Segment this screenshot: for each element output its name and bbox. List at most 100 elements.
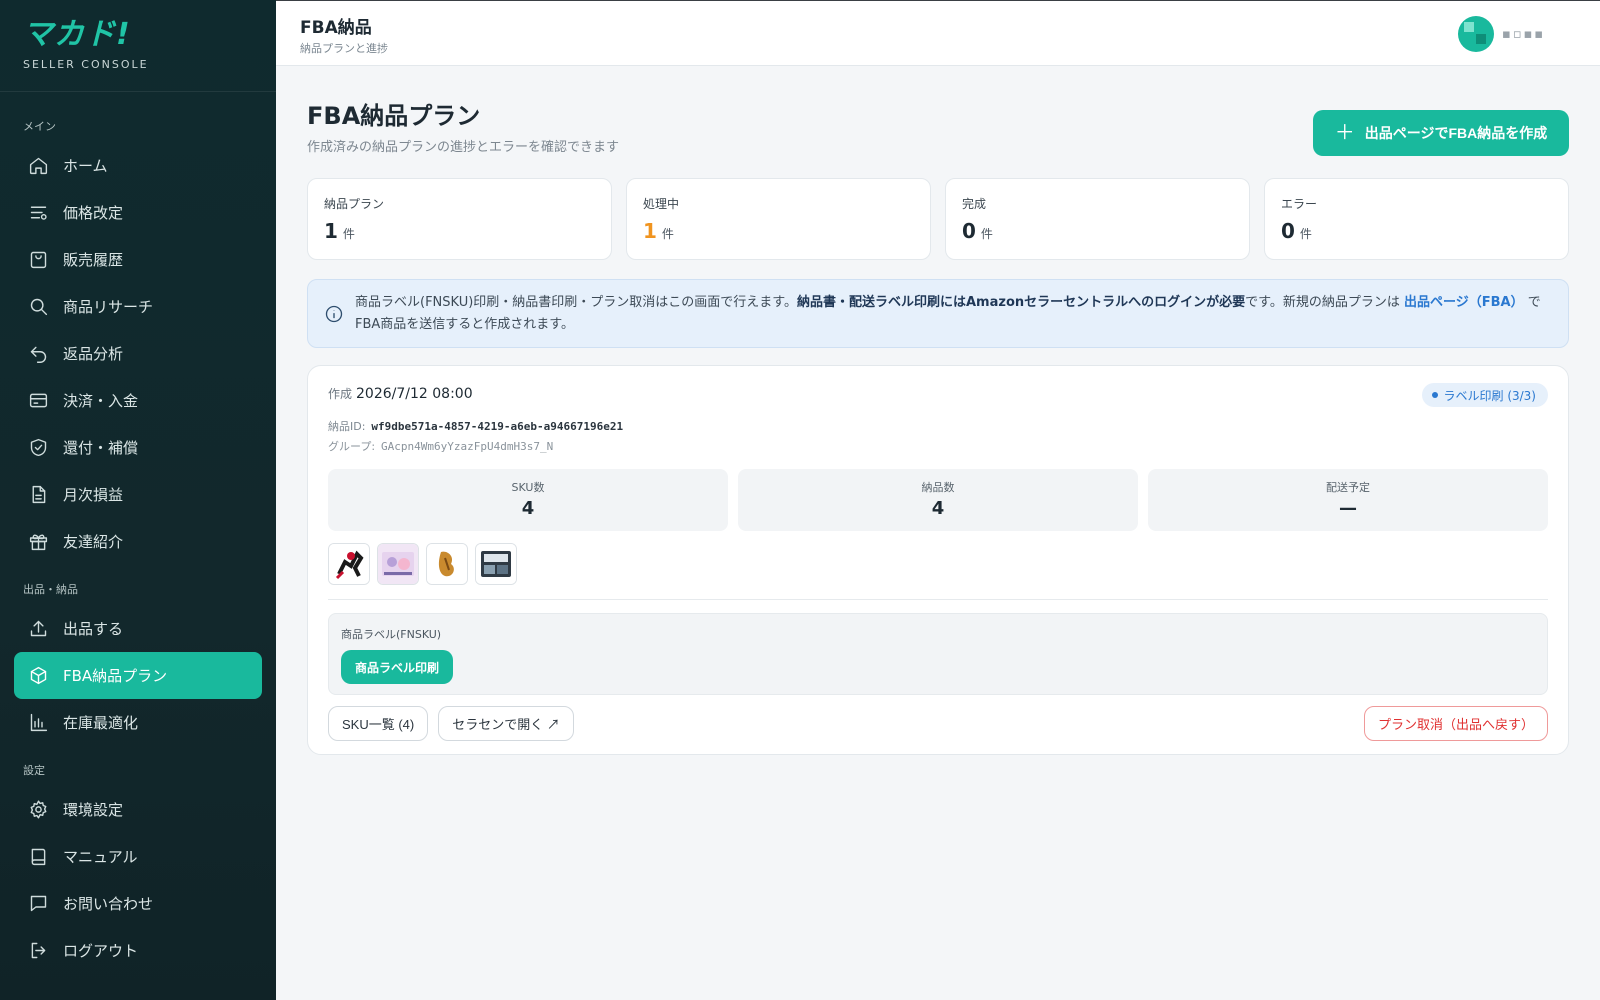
stat-unit: 件 — [661, 227, 674, 241]
stats-row: 納品プラン 1件 処理中 1件 完成 0件 エラー 0件 — [307, 178, 1569, 260]
logo[interactable]: マカド! — [23, 18, 276, 52]
sidebar-item-payments[interactable]: 決済・入金 — [14, 377, 262, 424]
shipment-id-label: 納品ID: — [328, 420, 366, 433]
user-name-redacted: ▪▫▪▪ — [1502, 26, 1546, 42]
status-text: ラベル印刷 (3/3) — [1443, 388, 1537, 403]
sidebar-item-label: 価格改定 — [63, 204, 124, 222]
sidebar-item-label: マニュアル — [63, 848, 138, 866]
stat-card-errors: エラー 0件 — [1264, 178, 1569, 260]
print-label-button[interactable]: 商品ラベル印刷 — [341, 650, 454, 684]
upload-icon — [27, 618, 49, 640]
info-bold-text: 納品書・配送ラベル印刷にはAmazonセラーセントラルへのログインが必要 — [797, 295, 1246, 310]
sidebar-item-pricing[interactable]: 価格改定 — [14, 189, 262, 236]
stat-value: 0 — [962, 219, 976, 243]
stat-card-plans: 納品プラン 1件 — [307, 178, 612, 260]
sidebar-item-label: FBA納品プラン — [63, 667, 168, 685]
product-thumbnail[interactable] — [426, 543, 468, 585]
return-icon — [27, 343, 49, 365]
info-text: です。新規の納品プランは — [1245, 295, 1400, 310]
sidebar-item-label: 環境設定 — [63, 801, 124, 819]
divider — [328, 599, 1548, 600]
gear-icon — [27, 799, 49, 821]
chat-icon — [27, 893, 49, 915]
metric-value: 4 — [521, 498, 535, 519]
fnsku-section-title: 商品ラベル(FNSKU) — [341, 628, 442, 641]
page-description: 作成済みの納品プランの進捗とエラーを確認できます — [307, 140, 620, 155]
group-value: GAcpn4Wm6yYzazFpU4dmH3s7_N — [381, 440, 554, 453]
user-menu[interactable]: ▪▫▪▪ — [1458, 15, 1576, 53]
document-icon — [27, 484, 49, 506]
page-title: FBA納品プラン — [307, 102, 481, 130]
stat-card-processing: 処理中 1件 — [626, 178, 931, 260]
shipment-id-value: wf9dbe571a-4857-4219-a6eb-a94667196e21 — [371, 420, 624, 433]
create-button-label: 出品ページでFBA納品を作成 — [1364, 125, 1548, 141]
open-seller-central-button[interactable]: セラセンで開く ↗ — [438, 706, 574, 741]
cancel-plan-button[interactable]: プラン取消（出品へ戻す） — [1363, 706, 1548, 741]
sidebar-item-manual[interactable]: マニュアル — [14, 833, 262, 880]
stat-unit: 件 — [1299, 227, 1312, 241]
sidebar-item-inventory[interactable]: 在庫最適化 — [14, 699, 262, 746]
section-label-settings: 設定 — [23, 764, 45, 777]
fnsku-label-section: 商品ラベル(FNSKU) 商品ラベル印刷 — [328, 613, 1548, 695]
metric-delivery-schedule: 配送予定 — — [1148, 469, 1548, 531]
sidebar-item-label: 出品する — [63, 620, 124, 638]
logout-icon — [27, 940, 49, 962]
sidebar-item-home[interactable]: ホーム — [14, 142, 262, 189]
product-thumbnail[interactable] — [377, 543, 419, 585]
sidebar-item-logout[interactable]: ログアウト — [14, 927, 262, 974]
box-icon — [27, 665, 49, 687]
sidebar-item-returns[interactable]: 返品分析 — [14, 330, 262, 377]
group-label: グループ: — [328, 440, 376, 453]
create-fba-shipment-button[interactable]: ＋ 出品ページでFBA納品を作成 — [1313, 110, 1569, 156]
sidebar-item-list-product[interactable]: 出品する — [14, 605, 262, 652]
metric-label: SKU数 — [511, 481, 545, 494]
stat-unit: 件 — [980, 227, 993, 241]
sidebar-item-label: 月次損益 — [63, 486, 124, 504]
gift-icon — [27, 531, 49, 553]
stat-unit: 件 — [342, 227, 355, 241]
stat-label: エラー — [1281, 197, 1318, 211]
sidebar-item-settings[interactable]: 環境設定 — [14, 786, 262, 833]
shield-check-icon — [27, 437, 49, 459]
stat-value: 0 — [1281, 219, 1295, 243]
stat-value: 1 — [643, 219, 657, 243]
sku-list-button[interactable]: SKU一覧 (4) — [328, 706, 429, 741]
product-thumbnail[interactable] — [328, 543, 370, 585]
sidebar-item-contact[interactable]: お問い合わせ — [14, 880, 262, 927]
header-subtitle: 納品プランと進捗 — [300, 42, 388, 55]
sidebar-item-reimbursements[interactable]: 還付・補償 — [14, 424, 262, 471]
sidebar: マカド! SELLER CONSOLE メイン ホーム 価格改定 販売履歴 商品… — [0, 0, 276, 1000]
status-badge: ラベル印刷 (3/3) — [1421, 383, 1548, 407]
group-id: グループ: GAcpn4Wm6yYzazFpU4dmH3s7_N — [328, 438, 553, 454]
listing-page-link[interactable]: 出品ページ（FBA） — [1404, 295, 1524, 310]
header-title: FBA納品 — [300, 18, 372, 38]
top-bar: FBA納品 納品プランと進捗 ▪▫▪▪ — [276, 0, 1600, 66]
sliders-icon — [27, 202, 49, 224]
sidebar-item-fba-plan[interactable]: FBA納品プラン — [14, 652, 262, 699]
sidebar-item-sales-history[interactable]: 販売履歴 — [14, 236, 262, 283]
brand-subtitle: SELLER CONSOLE — [23, 58, 149, 71]
metric-value: — — [1339, 498, 1357, 519]
metric-sku-count: SKU数 4 — [328, 469, 728, 531]
sidebar-item-monthly-pl[interactable]: 月次損益 — [14, 471, 262, 518]
shipment-id: 納品ID: wf9dbe571a-4857-4219-a6eb-a94667196… — [328, 418, 623, 434]
sidebar-item-label: 返品分析 — [63, 345, 124, 363]
sidebar-item-referral[interactable]: 友達紹介 — [14, 518, 262, 565]
info-banner: 商品ラベル(FNSKU)印刷・納品書印刷・プラン取消はこの画面で行えます。納品書… — [307, 279, 1569, 348]
created-label: 作成 — [328, 387, 353, 401]
stat-value: 1 — [324, 219, 338, 243]
sidebar-item-label: ホーム — [63, 157, 108, 175]
book-icon — [27, 846, 49, 868]
sidebar-item-label: 在庫最適化 — [63, 714, 139, 732]
plus-icon: ＋ — [1334, 122, 1355, 144]
product-thumbnails — [328, 543, 517, 585]
info-text: 商品ラベル(FNSKU)印刷・納品書印刷・プラン取消はこの画面で行えます。 — [355, 295, 797, 310]
sidebar-item-label: お問い合わせ — [63, 895, 154, 913]
section-label-listing: 出品・納品 — [23, 583, 78, 596]
sidebar-item-research[interactable]: 商品リサーチ — [14, 283, 262, 330]
sidebar-item-label: 還付・補償 — [63, 439, 139, 457]
product-thumbnail[interactable] — [475, 543, 517, 585]
sidebar-item-label: 販売履歴 — [63, 251, 124, 269]
stat-label: 納品プラン — [324, 197, 385, 211]
stat-card-completed: 完成 0件 — [945, 178, 1250, 260]
